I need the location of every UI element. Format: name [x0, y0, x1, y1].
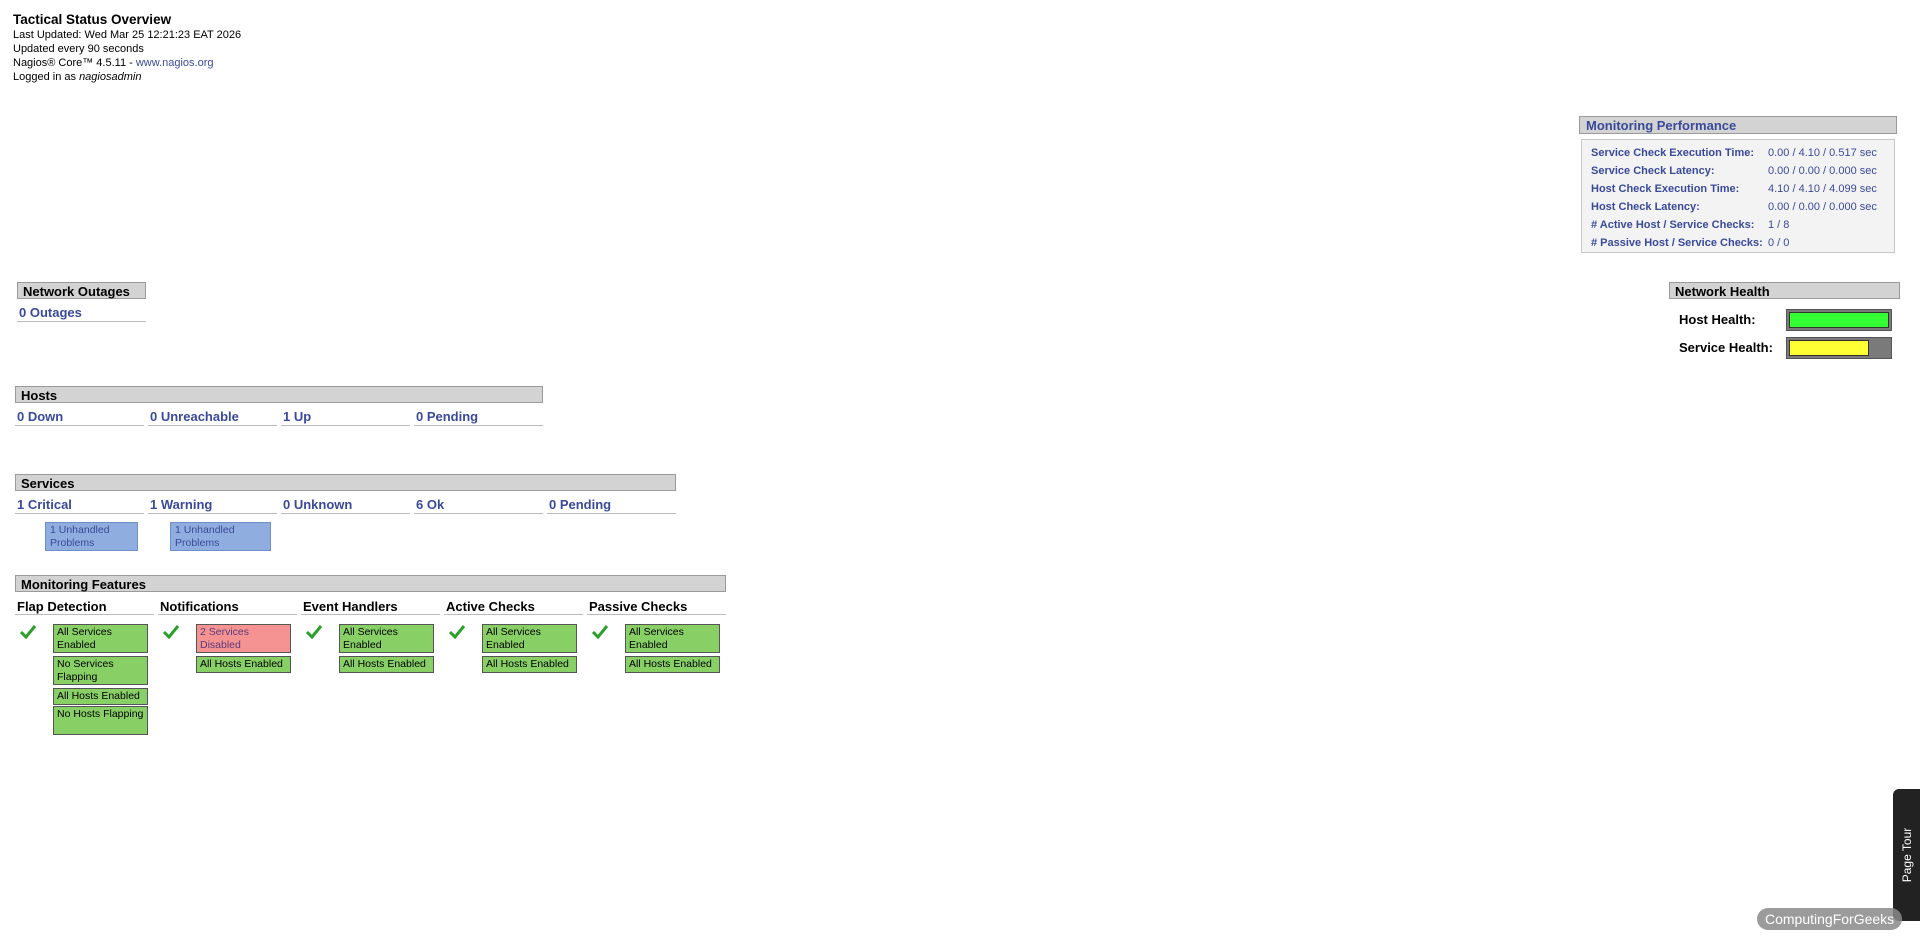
- warning-unhandled-problems[interactable]: 1 Unhandled Problems: [170, 522, 271, 551]
- network-health-title: Network Health: [1669, 282, 1900, 299]
- page-header: Tactical Status Overview Last Updated: W…: [13, 11, 241, 84]
- perf-value[interactable]: 0.00 / 4.10 / 0.517 sec: [1768, 144, 1898, 162]
- watermark: ComputingForGeeks: [1757, 908, 1903, 930]
- service-health-label: Service Health:: [1679, 340, 1773, 355]
- services-unknown-link[interactable]: 0 Unknown: [281, 496, 410, 514]
- version-line: Nagios® Core™ 4.5.11 - www.nagios.org: [13, 56, 241, 70]
- network-outages-title: Network Outages: [17, 282, 146, 299]
- perf-label[interactable]: # Passive Host / Service Checks:: [1591, 234, 1767, 252]
- page-tour-label: Page Tour: [1899, 827, 1914, 883]
- perf-label[interactable]: # Active Host / Service Checks:: [1591, 216, 1767, 234]
- flap-services-status[interactable]: All Services Enabled: [53, 624, 148, 653]
- perf-value[interactable]: 4.10 / 4.10 / 4.099 sec: [1768, 180, 1898, 198]
- hosts-down-link[interactable]: 0 Down: [15, 408, 144, 426]
- perf-value[interactable]: 1 / 8: [1768, 216, 1898, 234]
- active-checks-header: Active Checks: [444, 598, 583, 615]
- critical-unhandled-problems[interactable]: 1 Unhandled Problems: [45, 522, 138, 551]
- flap-detection-header: Flap Detection: [15, 598, 154, 615]
- event-handlers-header: Event Handlers: [301, 598, 440, 615]
- perf-label[interactable]: Service Check Latency:: [1591, 162, 1767, 180]
- active-checks-hosts-status[interactable]: All Hosts Enabled: [482, 656, 577, 673]
- hosts-title: Hosts: [15, 386, 543, 403]
- perf-label[interactable]: Host Check Execution Time:: [1591, 180, 1767, 198]
- event-handlers-check-icon[interactable]: [305, 623, 323, 641]
- last-updated: Last Updated: Wed Mar 25 12:21:23 EAT 20…: [13, 29, 242, 41]
- flap-hosts-status[interactable]: All Hosts Enabled: [53, 688, 148, 705]
- host-health-bar: [1786, 309, 1892, 331]
- perf-value[interactable]: 0 / 0: [1768, 234, 1898, 252]
- host-health-label: Host Health:: [1679, 312, 1756, 327]
- hosts-unreachable-link[interactable]: 0 Unreachable: [148, 408, 277, 426]
- perf-label[interactable]: Service Check Execution Time:: [1591, 144, 1767, 162]
- outages-count-link[interactable]: 0 Outages: [17, 304, 146, 322]
- notifications-header: Notifications: [158, 598, 297, 615]
- services-critical-link[interactable]: 1 Critical: [15, 496, 144, 514]
- logged-in-line: Logged in as nagiosadmin: [13, 70, 241, 84]
- active-checks-check-icon[interactable]: [448, 623, 466, 641]
- page-tour-button[interactable]: Page Tour: [1893, 789, 1920, 921]
- version-text: Nagios® Core™ 4.5.11 -: [13, 57, 136, 69]
- logged-in-label: Logged in as: [13, 71, 80, 83]
- flap-services-flapping-status[interactable]: No Services Flapping: [53, 656, 148, 685]
- page-title: Tactical Status Overview: [13, 12, 172, 27]
- services-title: Services: [15, 474, 676, 491]
- passive-checks-hosts-status[interactable]: All Hosts Enabled: [625, 656, 720, 673]
- flap-detection-check-icon[interactable]: [19, 623, 37, 641]
- services-warning-link[interactable]: 1 Warning: [148, 496, 277, 514]
- passive-checks-header: Passive Checks: [587, 598, 726, 615]
- service-health-bar: [1786, 337, 1892, 359]
- perf-value[interactable]: 0.00 / 0.00 / 0.000 sec: [1768, 162, 1898, 180]
- update-interval: Updated every 90 seconds: [13, 43, 144, 55]
- services-pending-link[interactable]: 0 Pending: [547, 496, 676, 514]
- passive-checks-check-icon[interactable]: [591, 623, 609, 641]
- passive-checks-services-status[interactable]: All Services Enabled: [625, 624, 720, 653]
- monitoring-performance-title[interactable]: Monitoring Performance: [1579, 116, 1897, 134]
- services-ok-link[interactable]: 6 Ok: [414, 496, 543, 514]
- perf-value[interactable]: 0.00 / 0.00 / 0.000 sec: [1768, 198, 1898, 216]
- username: nagiosadmin: [79, 71, 142, 83]
- monitoring-features-title: Monitoring Features: [15, 575, 726, 592]
- service-health-fill: [1789, 340, 1869, 356]
- host-health-fill: [1789, 312, 1889, 328]
- notifications-services-status[interactable]: 2 Services Disabled: [196, 624, 291, 653]
- event-handlers-hosts-status[interactable]: All Hosts Enabled: [339, 656, 434, 673]
- perf-label[interactable]: Host Check Latency:: [1591, 198, 1767, 216]
- monitoring-performance-table: Service Check Execution Time: 0.00 / 4.1…: [1581, 139, 1895, 253]
- active-checks-services-status[interactable]: All Services Enabled: [482, 624, 577, 653]
- flap-hosts-flapping-status[interactable]: No Hosts Flapping: [53, 706, 148, 735]
- notifications-hosts-status[interactable]: All Hosts Enabled: [196, 656, 291, 673]
- notifications-check-icon[interactable]: [162, 623, 180, 641]
- hosts-pending-link[interactable]: 0 Pending: [414, 408, 543, 426]
- hosts-up-link[interactable]: 1 Up: [281, 408, 410, 426]
- event-handlers-services-status[interactable]: All Services Enabled: [339, 624, 434, 653]
- nagios-link[interactable]: www.nagios.org: [136, 57, 214, 69]
